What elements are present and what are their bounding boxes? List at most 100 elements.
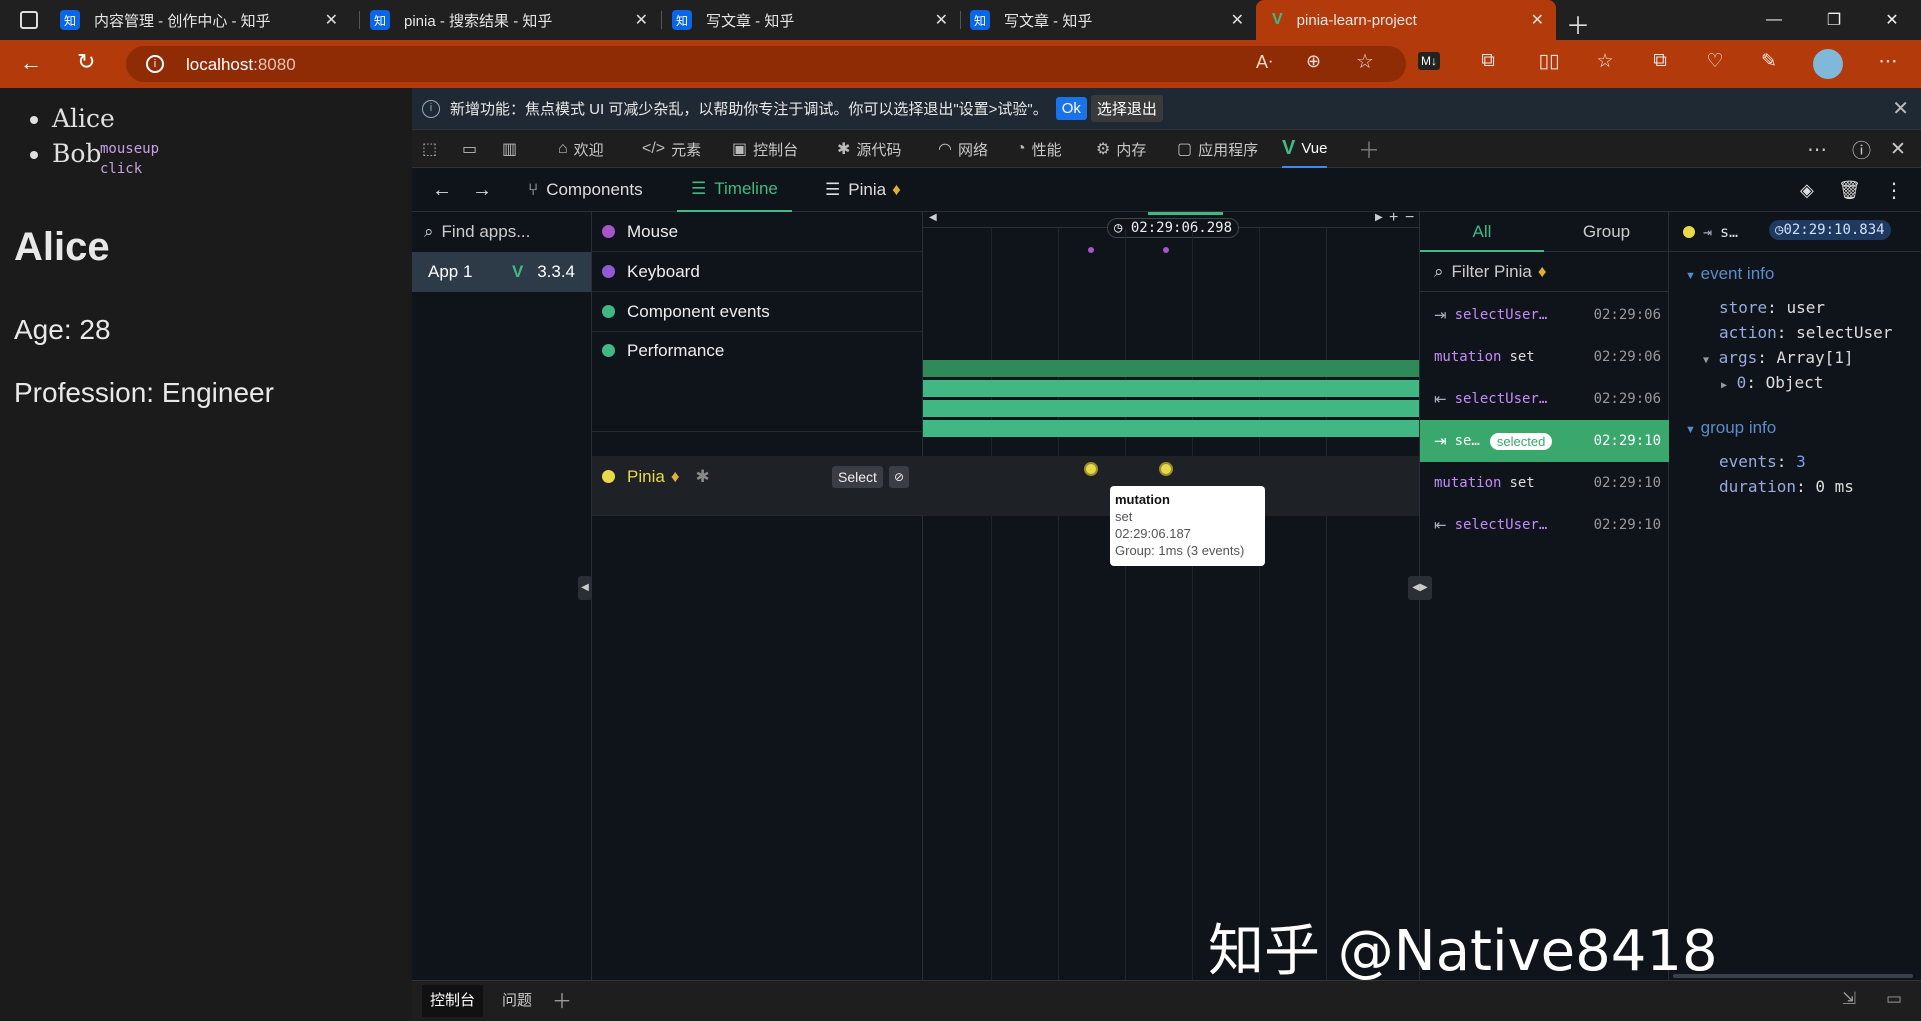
collapse-sidebar-icon[interactable]: ◀ <box>578 576 592 600</box>
prop-arg-0[interactable]: ▶ 0: Object <box>1721 373 1823 392</box>
drawer-tab-issues[interactable]: 问题 <box>502 985 532 1017</box>
browser-tab-active[interactable]: V pinia-learn-project ✕ <box>1256 0 1556 40</box>
mouse-event-marker[interactable] <box>1088 247 1094 253</box>
event-row[interactable]: ⇤ selectUser… 02:29:10 <box>1420 504 1669 546</box>
close-tab-icon[interactable]: ✕ <box>1231 10 1244 30</box>
new-tab-icon[interactable]: ＋ <box>1566 6 1590 41</box>
select-button[interactable]: Select <box>832 466 883 488</box>
event-row[interactable]: mutation set 02:29:06 <box>1420 336 1669 378</box>
close-tab-icon[interactable]: ✕ <box>635 10 648 30</box>
help-icon[interactable]: ⓘ <box>1852 130 1871 168</box>
find-apps-input[interactable]: ⌕ Find apps... <box>412 212 591 252</box>
copilot-icon[interactable]: ✎ <box>1754 50 1784 73</box>
favorite-star-icon[interactable]: ☆ <box>1356 49 1374 74</box>
layer-mouse[interactable]: Mouse <box>592 212 923 252</box>
tab-performance[interactable]: ◔ 性能 <box>1016 130 1062 168</box>
add-drawer-tab-icon[interactable]: ＋ <box>552 985 572 1014</box>
device-toolbar-icon[interactable]: ▭ <box>462 130 483 168</box>
favorites-icon[interactable]: ☆ <box>1590 50 1620 73</box>
tab-components[interactable]: ⑂ Components <box>528 168 643 212</box>
event-row[interactable]: mutation set 02:29:10 <box>1420 462 1669 504</box>
restore-icon[interactable]: ❐ <box>1806 0 1862 40</box>
event-row-selected[interactable]: ⇥ se… selected 02:29:10 <box>1420 420 1669 462</box>
zoom-in-icon[interactable]: + <box>1389 209 1398 227</box>
scroll-right-icon[interactable]: ▶ <box>1375 212 1383 223</box>
back-icon[interactable]: ← <box>20 50 42 76</box>
collections-icon[interactable]: ⧉ <box>1645 50 1675 72</box>
split-screen-icon[interactable]: ▯▯ <box>1534 50 1564 73</box>
dock-icon[interactable]: ▥ <box>502 130 523 168</box>
close-drawer-icon[interactable]: ▭ <box>1886 989 1902 1009</box>
drawer-tab-console[interactable]: 控制台 <box>422 985 484 1017</box>
tab-network[interactable]: ◠ 网络 <box>938 130 988 168</box>
zoom-out-icon[interactable]: − <box>1405 209 1414 227</box>
add-tab-icon[interactable]: ＋ <box>1358 130 1380 168</box>
browser-tab[interactable]: 知 内容管理 - 创作中心 - 知乎 ✕ <box>50 0 350 40</box>
tab-application[interactable]: ▢ 应用程序 <box>1177 130 1258 168</box>
tab-vue[interactable]: V Vue <box>1282 130 1328 168</box>
close-infobar-icon[interactable]: ✕ <box>1892 96 1909 121</box>
browser-tab[interactable]: 知 写文章 - 知乎 ✕ <box>662 0 960 40</box>
tab-memory[interactable]: ⚙ 内存 <box>1096 130 1146 168</box>
profile-avatar[interactable] <box>1813 49 1843 79</box>
close-tab-icon[interactable]: ✕ <box>325 10 338 30</box>
settings-more-icon[interactable]: ⋯ <box>1873 50 1903 73</box>
performance-bar[interactable] <box>923 380 1419 397</box>
ok-button[interactable]: Ok <box>1055 97 1087 120</box>
minimize-icon[interactable]: — <box>1746 0 1802 40</box>
performance-bar[interactable] <box>923 400 1419 417</box>
layer-keyboard[interactable]: Keyboard <box>592 252 923 292</box>
plugin-icon[interactable]: ✱ <box>696 467 710 487</box>
tab-elements[interactable]: </> 元素 <box>642 130 701 168</box>
tab-all[interactable]: All <box>1420 212 1544 252</box>
close-tab-icon[interactable]: ✕ <box>1531 10 1544 30</box>
layer-component-events[interactable]: Component events <box>592 292 923 332</box>
nav-forward-icon[interactable]: → <box>472 168 492 212</box>
list-item[interactable]: Alice <box>52 104 115 139</box>
splitter-handle[interactable]: ◀▶ <box>1408 576 1432 600</box>
health-icon[interactable]: ♡ <box>1700 50 1730 73</box>
refresh-icon[interactable]: ↻ <box>77 49 95 75</box>
tab-console[interactable]: ▣ 控制台 <box>732 130 798 168</box>
event-row[interactable]: ⇥ selectUser… 02:29:06 <box>1420 294 1669 336</box>
layers-icon[interactable]: ◈ <box>1800 168 1814 212</box>
browser-tab[interactable]: 知 pinia - 搜索结果 - 知乎 ✕ <box>360 0 660 40</box>
pinia-event-marker[interactable] <box>1084 462 1098 476</box>
mouse-event-marker[interactable] <box>1163 247 1169 253</box>
zoom-icon[interactable]: ⊕ <box>1306 51 1321 72</box>
prop-args[interactable]: ▼ args: Array[1] <box>1703 348 1854 367</box>
tab-sources[interactable]: ✱ 源代码 <box>837 130 901 168</box>
site-info-icon[interactable]: i <box>146 55 164 73</box>
opt-out-button[interactable]: 选择退出 <box>1090 95 1163 122</box>
inspect-icon[interactable]: ⬚ <box>422 130 443 168</box>
tab-welcome[interactable]: ⌂ 欢迎 <box>558 130 604 168</box>
browser-tab[interactable]: 知 写文章 - 知乎 ✕ <box>960 0 1256 40</box>
pinia-event-marker[interactable] <box>1159 462 1173 476</box>
read-aloud-icon[interactable]: Aᐧ <box>1256 52 1273 73</box>
hide-layer-icon[interactable]: ⊘ <box>889 466 910 488</box>
tab-actions-icon[interactable] <box>20 11 38 29</box>
tab-timeline[interactable]: ☰ Timeline <box>677 168 792 212</box>
address-bar[interactable]: i localhost:8080 Aᐧ ⊕ ☆ <box>126 46 1406 82</box>
close-window-icon[interactable]: ✕ <box>1864 0 1920 40</box>
group-info-section[interactable]: ▼ group info <box>1685 418 1776 438</box>
nav-back-icon[interactable]: ← <box>432 168 452 212</box>
filter-pinia-input[interactable]: ⌕ Filter Pinia ♦ <box>1420 252 1669 292</box>
dock-drawer-icon[interactable]: ⇲ <box>1842 989 1856 1009</box>
layer-performance[interactable]: Performance <box>592 332 923 432</box>
more-options-icon[interactable]: ⋯ <box>1807 130 1827 168</box>
performance-bar[interactable] <box>923 360 1419 377</box>
event-info-section[interactable]: ▼ event info <box>1685 264 1774 284</box>
close-tab-icon[interactable]: ✕ <box>935 10 948 30</box>
vue-more-icon[interactable]: ⋮ <box>1884 168 1904 212</box>
app-item[interactable]: App 1 V 3.3.4 <box>412 252 591 292</box>
performance-bar[interactable] <box>923 420 1419 437</box>
clear-icon[interactable]: 🗑 <box>1838 168 1861 212</box>
extensions-icon[interactable]: ⧉ <box>1473 50 1503 72</box>
event-row[interactable]: ⇤ selectUser… 02:29:06 <box>1420 378 1669 420</box>
tab-pinia[interactable]: ☰ Pinia ♦ <box>825 168 901 212</box>
tab-group[interactable]: Group <box>1544 212 1669 252</box>
close-devtools-icon[interactable]: ✕ <box>1890 130 1906 168</box>
markdown-extension-icon[interactable]: M↓ <box>1418 52 1440 70</box>
scroll-left-icon[interactable]: ◀ <box>929 212 937 223</box>
